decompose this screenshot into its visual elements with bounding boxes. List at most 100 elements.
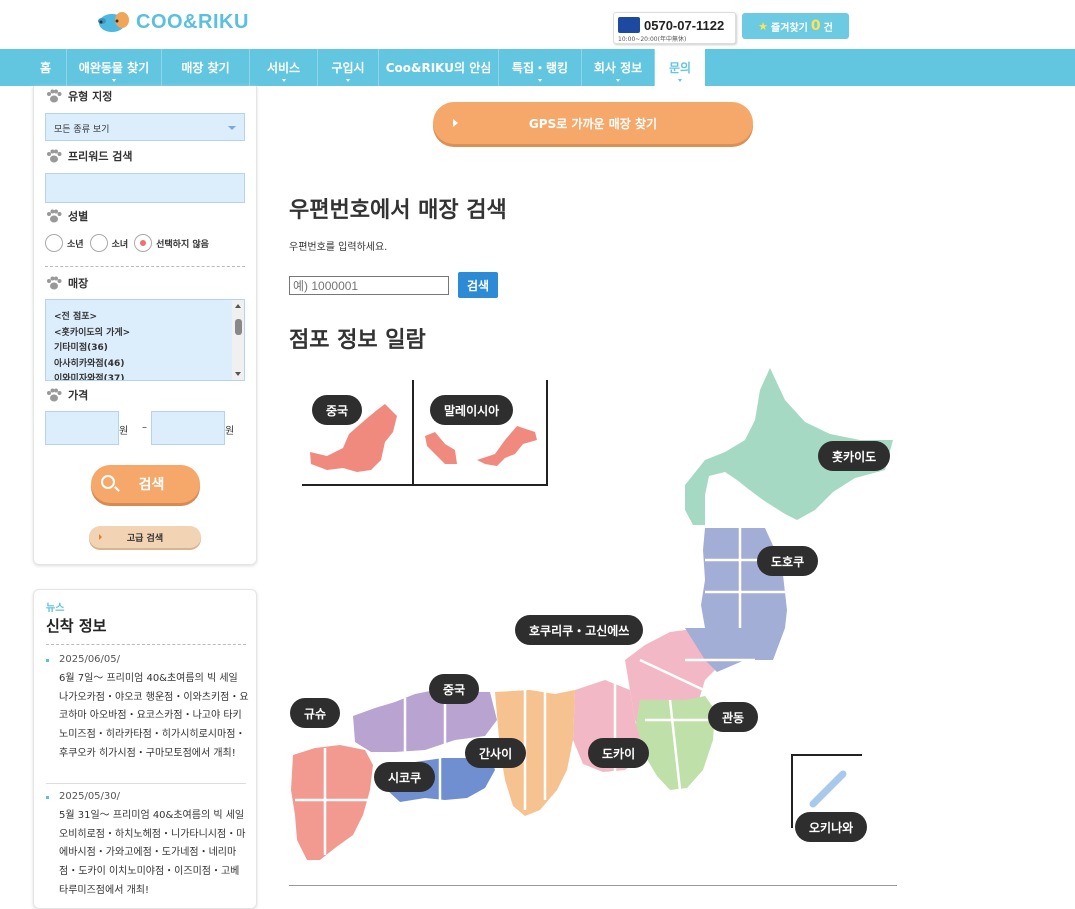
phone-hours: 10:00~20:00(年中無休) (618, 36, 687, 43)
phone-box: 0570-07-1122 10:00~20:00(年中無休) (613, 12, 736, 44)
nav-contact[interactable]: 문의 (655, 49, 705, 86)
store-list-title: 점포 정보 일람 (289, 328, 426, 353)
region-label-okinawa[interactable]: 오키나와 (795, 812, 868, 842)
region-kyushu[interactable] (291, 745, 373, 860)
scroll-up-icon[interactable] (235, 304, 241, 308)
favorites-count: 0 (810, 18, 821, 34)
list-item[interactable]: 아사히카와점(46) (54, 357, 236, 373)
region-label-chugoku[interactable]: 중국 (429, 674, 480, 704)
star-icon: ★ (758, 19, 769, 33)
nav-features-ranking[interactable]: 특집・랭킹 (499, 49, 582, 86)
paw-icon (47, 209, 62, 223)
listbox-scrollbar[interactable] (232, 300, 244, 380)
price-separator: – (142, 422, 147, 433)
sidebar-search-button[interactable]: 검색 (91, 465, 200, 503)
list-item[interactable]: 이와미자와점(37) (54, 372, 236, 380)
freeword-label-text: 프리워드 검색 (68, 150, 133, 163)
region-label-shikoku[interactable]: 시코쿠 (374, 762, 436, 792)
price-unit: 원 (119, 426, 129, 437)
chevron-down-icon (346, 79, 350, 82)
nav-label: 특집・랭킹 (511, 61, 569, 75)
arrow-right-icon (99, 534, 102, 540)
gender-option-none: 선택하지 않음 (156, 239, 209, 250)
gender-radio-boy[interactable] (45, 234, 63, 252)
nav-purchase[interactable]: 구입시 (318, 49, 379, 86)
zip-input[interactable] (289, 276, 449, 295)
favorites-button[interactable]: ★ 즐겨찾기 0 건 (742, 13, 849, 39)
news-body[interactable]: 6월 7일〜 프리미엄 40&초여름의 빅 세일 나가오카점・야오코 행운점・이… (46, 670, 250, 764)
nav-find-pets[interactable]: 애완동물 찾기 (67, 49, 162, 86)
price-label-text: 가격 (68, 389, 89, 402)
nav-find-store[interactable]: 매장 찾기 (162, 49, 250, 86)
gps-search-button[interactable]: GPS로 가까운 매장 찾기 (433, 102, 753, 144)
region-label-hokuriku-koshinetsu[interactable]: 호쿠리쿠・고신에쓰 (515, 615, 644, 645)
region-okinawa[interactable] (809, 770, 847, 808)
list-item[interactable]: 기타미점(36) (54, 341, 236, 357)
region-label-malaysia[interactable]: 말레이시아 (430, 395, 514, 425)
price-max-input[interactable] (151, 411, 225, 445)
paw-icon (47, 89, 62, 103)
scroll-down-icon[interactable] (235, 372, 241, 376)
header: COO&RIKU 0570-07-1122 10:00~20:00(年中無休) … (0, 0, 1075, 49)
region-malaysia-west[interactable] (425, 432, 457, 464)
news-label: 뉴스 (46, 603, 65, 614)
paw-icon (47, 388, 62, 402)
divider (289, 885, 897, 886)
list-item[interactable]: 2025/06/05/ 6월 7일〜 프리미엄 40&초여름의 빅 세일 나가오… (46, 651, 250, 764)
nav-company[interactable]: 회사 정보 (582, 49, 655, 86)
nav-safety[interactable]: Coo&RIKU의 안심 (379, 49, 499, 86)
gender-radio-girl[interactable] (89, 234, 108, 252)
nav-label: 구입시 (331, 61, 365, 75)
region-label-tokai[interactable]: 도카이 (588, 738, 650, 768)
search-sidebar: 유형 지정 모든 종류 보기 프리워드 검색 성별 소년 소녀 선택하지 않음 … (33, 86, 257, 565)
list-item[interactable]: 2025/05/30/ 5월 31일〜 프리미엄 40&초여름의 빅 세일 오비… (46, 788, 250, 901)
freeword-input[interactable] (45, 173, 245, 203)
region-label-hokkaido[interactable]: 홋카이도 (818, 441, 891, 471)
region-label-kyushu[interactable]: 규슈 (290, 698, 341, 728)
nav-home[interactable]: 홈 (25, 49, 67, 86)
price-unit: 원 (225, 426, 235, 437)
region-label-tohoku[interactable]: 도호쿠 (757, 546, 819, 576)
type-select-value: 모든 종류 보기 (54, 125, 110, 135)
store-label: 매장 (46, 275, 88, 291)
divider (46, 783, 246, 784)
gender-label: 성별 (46, 208, 88, 224)
nav-label: 애완동물 찾기 (78, 61, 150, 75)
gender-option-girl: 소녀 (111, 239, 129, 250)
logo[interactable]: COO&RIKU (96, 10, 249, 34)
region-malaysia-east[interactable] (477, 426, 537, 466)
zip-search-button[interactable]: 검색 (458, 272, 498, 298)
chevron-down-icon (112, 79, 116, 82)
nav-label: 서비스 (266, 61, 301, 75)
dog-logo-icon (98, 12, 129, 32)
freeword-label: 프리워드 검색 (46, 148, 133, 164)
region-label-china-abroad[interactable]: 중국 (312, 395, 363, 425)
chevron-down-icon (538, 79, 542, 82)
region-tohoku[interactable] (701, 528, 787, 628)
store-listbox[interactable]: <전 점포> <홋카이도의 가게> 기타미점(36) 아사히카와점(46) 이와… (45, 299, 245, 381)
advanced-search-button[interactable]: 고급 검색 (89, 526, 201, 548)
list-item[interactable]: <홋카이도의 가게> (54, 326, 236, 342)
region-label-kanto[interactable]: 관동 (708, 702, 759, 732)
logo-text: COO&RIKU (136, 10, 249, 33)
type-label-text: 유형 지정 (68, 90, 113, 103)
list-item[interactable]: <전 점포> (54, 310, 236, 326)
news-body[interactable]: 5월 31일〜 프리미엄 40&초여름의 빅 세일 오비히로점・하치노헤점・니가… (46, 807, 250, 901)
main-nav: 홈 애완동물 찾기 매장 찾기 서비스 구입시 Coo&RIKU의 안심 특집・… (0, 49, 1075, 86)
scroll-thumb[interactable] (235, 319, 242, 335)
divider (45, 266, 245, 267)
paw-icon (47, 149, 62, 163)
paw-icon (47, 276, 62, 290)
chevron-down-icon (616, 79, 620, 82)
search-icon (101, 475, 115, 489)
phone-icon (618, 17, 640, 33)
region-label-kansai[interactable]: 간사이 (465, 738, 527, 768)
chevron-down-icon (678, 79, 682, 82)
type-select[interactable]: 모든 종류 보기 (45, 113, 245, 141)
favorites-unit: 건 (823, 22, 833, 34)
gender-radio-none[interactable] (134, 234, 153, 252)
nav-service[interactable]: 서비스 (250, 49, 318, 86)
chevron-down-icon (281, 79, 286, 82)
price-min-input[interactable] (45, 411, 119, 445)
news-date: 2025/05/30/ (46, 788, 250, 807)
